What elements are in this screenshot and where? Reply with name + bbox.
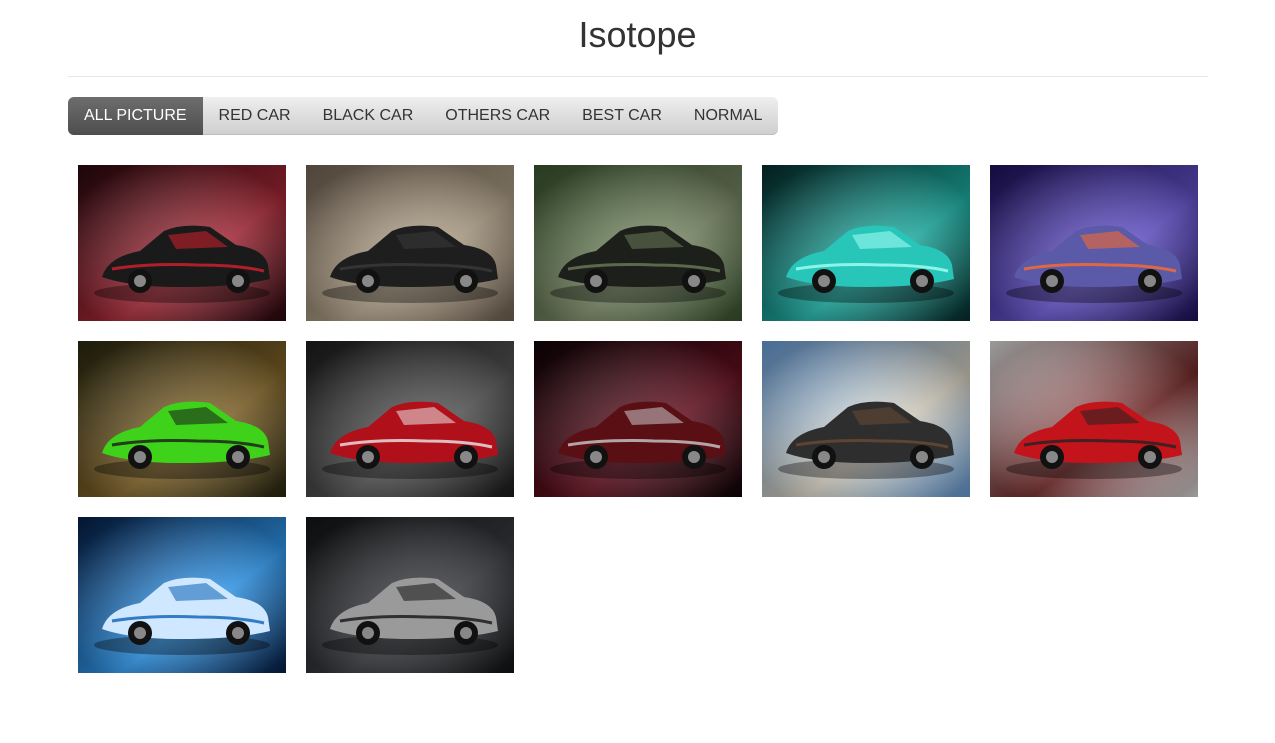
page-title: Isotope [578,14,697,55]
title-divider [68,76,1208,77]
gallery-image-bugatti-dark-red[interactable] [534,341,742,497]
gallery-image-red-alfa-romeo[interactable] [306,341,514,497]
filter-black-car[interactable]: BLACK CAR [307,97,430,135]
gallery-image-red-porsche-carrera-gt[interactable] [990,341,1198,497]
filter-all-picture[interactable]: ALL PICTURE [68,97,203,135]
gallery-image-black-red-race-car[interactable] [78,165,286,321]
gallery-image-green-koenigsegg[interactable] [78,341,286,497]
filter-normal[interactable]: NORMAL [678,97,778,135]
filter-best-car[interactable]: BEST CAR [566,97,678,135]
gallery-image-blue-ice-audi[interactable] [78,517,286,673]
gallery-image-purple-concept-car-city[interactable] [990,165,1198,321]
gallery-image-black-lamborghini-doors-open[interactable] [306,165,514,321]
filter-others-car[interactable]: OTHERS CAR [429,97,566,135]
gallery-image-silver-bugatti-veyron[interactable] [306,517,514,673]
filter-button-group: ALL PICTURE RED CAR BLACK CAR OTHERS CAR… [68,97,778,135]
gallery-image-teal-winged-car[interactable] [762,165,970,321]
gallery-image-black-car-shipwreck-beach[interactable] [762,341,970,497]
gallery-image-lamborghini-on-road[interactable] [534,165,742,321]
filter-red-car[interactable]: RED CAR [203,97,307,135]
